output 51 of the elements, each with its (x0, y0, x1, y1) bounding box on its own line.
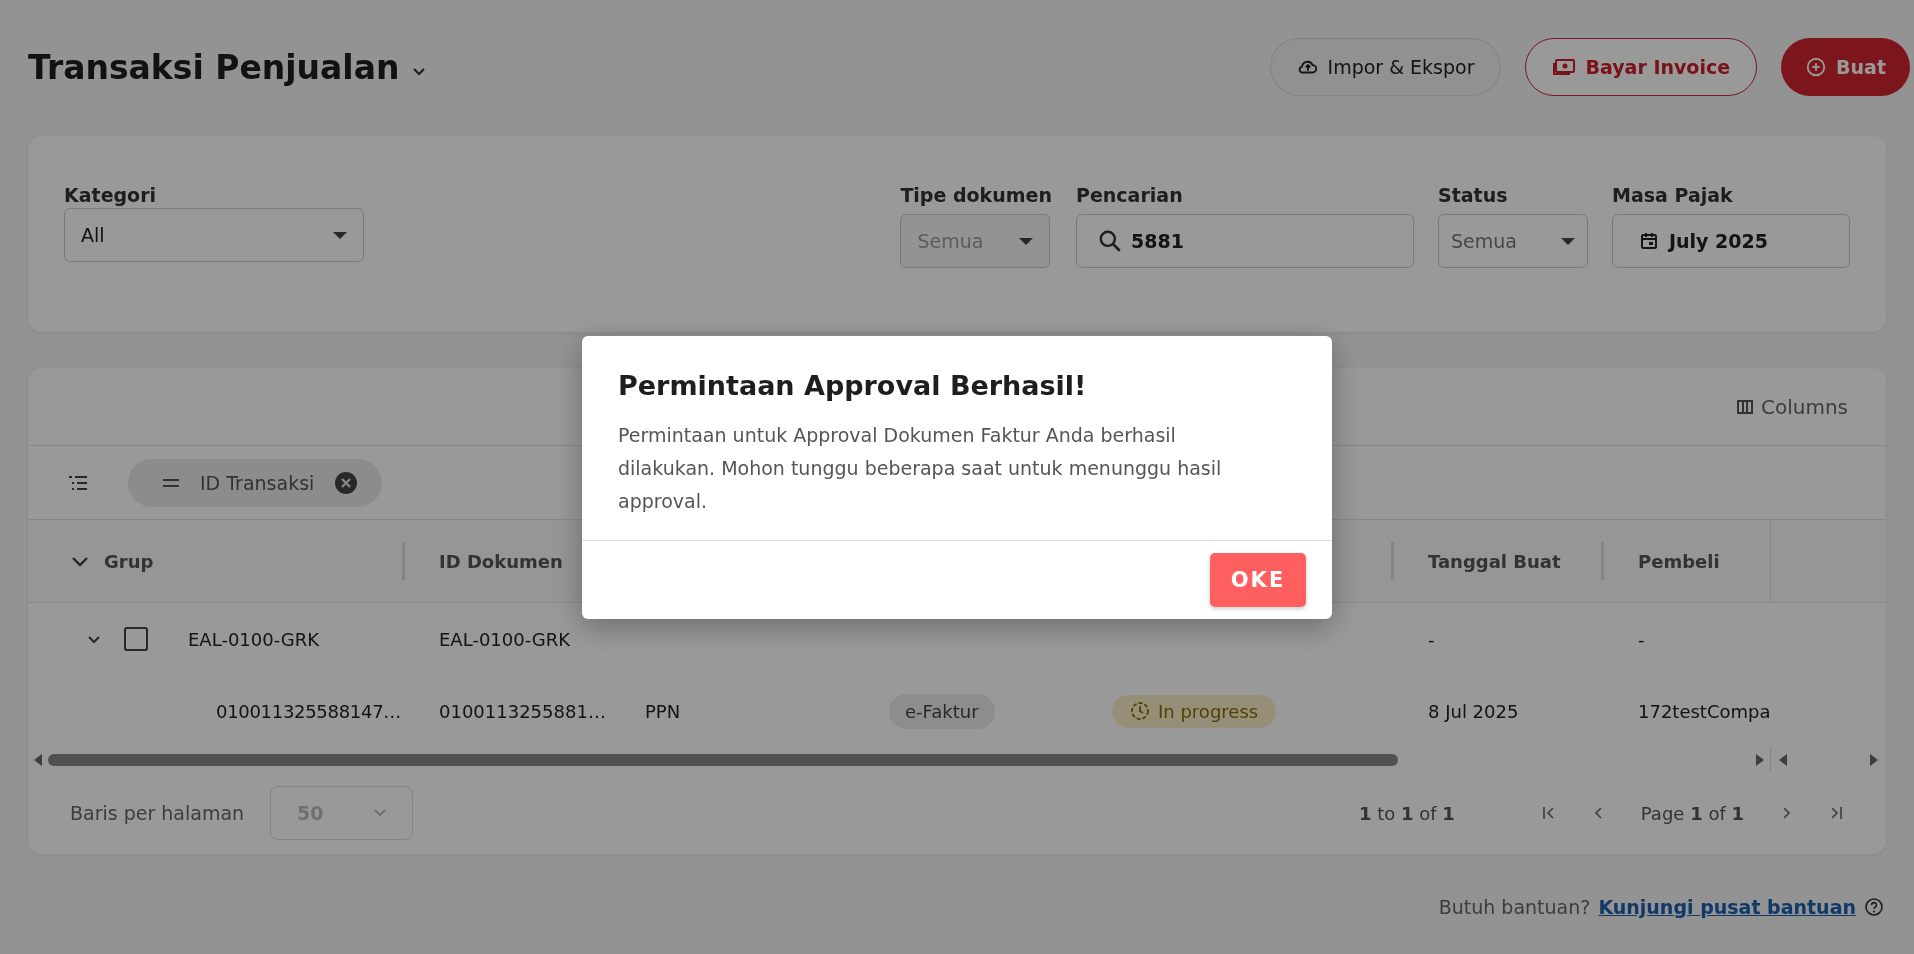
field-label: Kategori (64, 184, 158, 206)
category-select[interactable]: All (64, 208, 364, 262)
close-icon[interactable] (334, 470, 359, 495)
status-badge: In progress (1112, 694, 1277, 728)
table-cell: PPN (645, 700, 681, 722)
checkbox[interactable] (124, 627, 148, 651)
columns-button[interactable]: Columns (1731, 393, 1854, 420)
table-cell: 172testCompa (1638, 700, 1771, 722)
help-icon[interactable] (1864, 897, 1884, 917)
table-cell: EAL-0100-GRK (188, 628, 320, 650)
money-icon (1552, 56, 1577, 78)
status-select[interactable]: Semua (1438, 214, 1588, 268)
table-cell: 010011325588147… (216, 700, 401, 722)
help-center-link[interactable]: Kunjungi pusat bantuan (1598, 896, 1856, 918)
search-field[interactable]: 5881 (1076, 214, 1414, 268)
import-export-button[interactable]: Impor & Ekspor (1269, 38, 1502, 96)
pay-invoice-button[interactable]: Bayar Invoice (1525, 38, 1758, 96)
column-header[interactable]: Pembeli (1638, 550, 1720, 572)
ok-button[interactable]: OKE (1210, 552, 1306, 607)
column-header[interactable]: ID Dokumen (439, 550, 563, 572)
field-label: Masa Pajak (1612, 184, 1734, 206)
table-cell: 0100113255881… (439, 700, 606, 722)
column-header[interactable]: Grup (104, 550, 154, 572)
rows-per-page-label: Baris per halaman (70, 802, 245, 824)
columns-icon (1737, 399, 1753, 414)
table-cell: - (1638, 628, 1645, 650)
record-range: 1 to 1 of 1 (1358, 802, 1455, 824)
drag-handle-icon[interactable] (162, 477, 180, 488)
field-label: Pencarian (1076, 184, 1184, 206)
last-page-icon[interactable] (1828, 805, 1844, 821)
chevron-down-icon (374, 809, 387, 817)
dialog-title: Permintaan Approval Berhasil! (617, 368, 1088, 401)
field-label: Status (1438, 184, 1509, 206)
create-button[interactable]: Buat (1781, 38, 1910, 96)
calendar-icon (1639, 231, 1659, 251)
tax-period-picker[interactable]: July 2025 (1612, 214, 1850, 268)
document-tag: e-Faktur (889, 693, 995, 729)
table-cell: - (1428, 628, 1435, 650)
search-icon (1097, 228, 1123, 254)
column-header[interactable]: Tanggal Buat (1428, 550, 1561, 572)
page-title: Transaksi Penjualan (28, 47, 400, 87)
first-page-icon[interactable] (1540, 805, 1557, 821)
help-text: Butuh bantuan? (1438, 896, 1591, 918)
group-chip[interactable]: ID Transaksi (128, 458, 383, 507)
table-cell: EAL-0100-GRK (439, 628, 571, 650)
list-icon[interactable] (68, 474, 88, 491)
dialog-message: Permintaan untuk Approval Dokumen Faktur Anda berhasil dilakukan. Mohon tunggu beberapa saat untuk menunggu hasil approval. (617, 422, 1223, 514)
field-label: Tipe dokumen (900, 184, 1052, 206)
table-cell: 8 Jul 2025 (1428, 700, 1519, 722)
page-indicator: Page 1 of 1 (1640, 802, 1744, 824)
plus-circle-icon (1805, 56, 1828, 78)
